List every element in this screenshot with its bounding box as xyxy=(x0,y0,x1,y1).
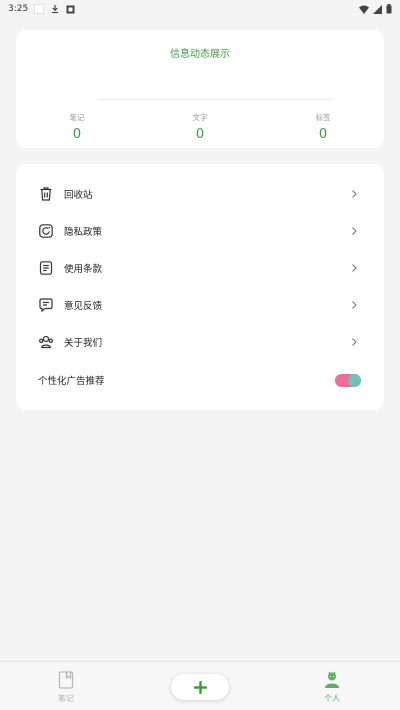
chevron-right-icon xyxy=(352,264,357,272)
privacy-icon xyxy=(38,223,54,239)
nav-tab-notes-label: 笔记 xyxy=(58,694,74,703)
stat-tags-label: 标签 xyxy=(315,113,331,122)
personalized-ads-toggle[interactable] xyxy=(335,373,361,387)
toggle-knob xyxy=(348,373,361,387)
menu-item-about-us[interactable]: 关于我们 xyxy=(16,327,384,357)
menu-item-about-us-label: 关于我们 xyxy=(64,338,103,349)
stat-text: 文字 0 xyxy=(170,112,230,142)
stat-tags-value: 0 xyxy=(318,127,328,142)
personalized-ads-label: 个性化广告推荐 xyxy=(38,376,105,387)
nav-tab-notes[interactable]: 笔记 xyxy=(36,670,96,704)
cellular-signal-icon xyxy=(373,4,382,14)
notebook-icon xyxy=(58,671,74,689)
status-time: 3:25 xyxy=(8,4,29,14)
stat-tags: 标签 0 xyxy=(293,112,353,142)
menu-item-terms-of-use-label: 使用条款 xyxy=(64,264,103,275)
plus-icon xyxy=(193,680,207,694)
chevron-right-icon xyxy=(352,190,357,198)
image-notification-icon xyxy=(66,5,75,13)
menu-item-feedback[interactable]: 意见反馈 xyxy=(16,290,384,320)
chevron-right-icon xyxy=(352,301,357,309)
chevron-right-icon xyxy=(352,338,357,346)
notification-square-icon xyxy=(34,4,45,14)
menu-item-privacy-policy[interactable]: 隐私政策 xyxy=(16,216,384,246)
profile-icon xyxy=(325,671,339,688)
nav-tab-profile[interactable]: 个人 xyxy=(302,670,362,704)
stats-title: 信息动态展示 xyxy=(170,49,230,60)
stat-notes: 笔记 0 xyxy=(47,112,107,142)
trash-icon xyxy=(38,186,54,202)
stat-text-value: 0 xyxy=(195,127,205,142)
menu-item-feedback-label: 意见反馈 xyxy=(64,301,103,312)
personalized-ads-row: 个性化广告推荐 xyxy=(16,365,384,395)
stats-divider xyxy=(98,99,332,100)
stat-notes-label: 笔记 xyxy=(69,113,85,122)
chevron-right-icon xyxy=(352,227,357,235)
terms-icon xyxy=(38,260,54,276)
menu-item-recycle-bin[interactable]: 回收站 xyxy=(16,179,384,209)
about-us-icon xyxy=(38,334,54,350)
stat-notes-value: 0 xyxy=(72,127,82,142)
settings-menu-card: 回收站 隐私政策 使用条款 意见反馈 关于我们 个性化广告推荐 xyxy=(16,164,384,410)
menu-item-privacy-policy-label: 隐私政策 xyxy=(64,227,103,238)
battery-icon xyxy=(386,4,392,14)
stat-text-label: 文字 xyxy=(192,113,208,122)
menu-item-terms-of-use[interactable]: 使用条款 xyxy=(16,253,384,283)
bottom-navigation: 笔记 个人 xyxy=(0,661,400,710)
add-note-button[interactable] xyxy=(171,674,229,700)
wifi-icon xyxy=(359,5,369,14)
menu-item-recycle-bin-label: 回收站 xyxy=(64,190,93,201)
download-icon xyxy=(52,5,59,14)
feedback-icon xyxy=(38,297,54,313)
nav-tab-profile-label: 个人 xyxy=(324,694,340,703)
stats-card: 信息动态展示 笔记 0 文字 0 标签 0 xyxy=(16,30,384,148)
status-bar: 3:25 xyxy=(0,0,400,18)
